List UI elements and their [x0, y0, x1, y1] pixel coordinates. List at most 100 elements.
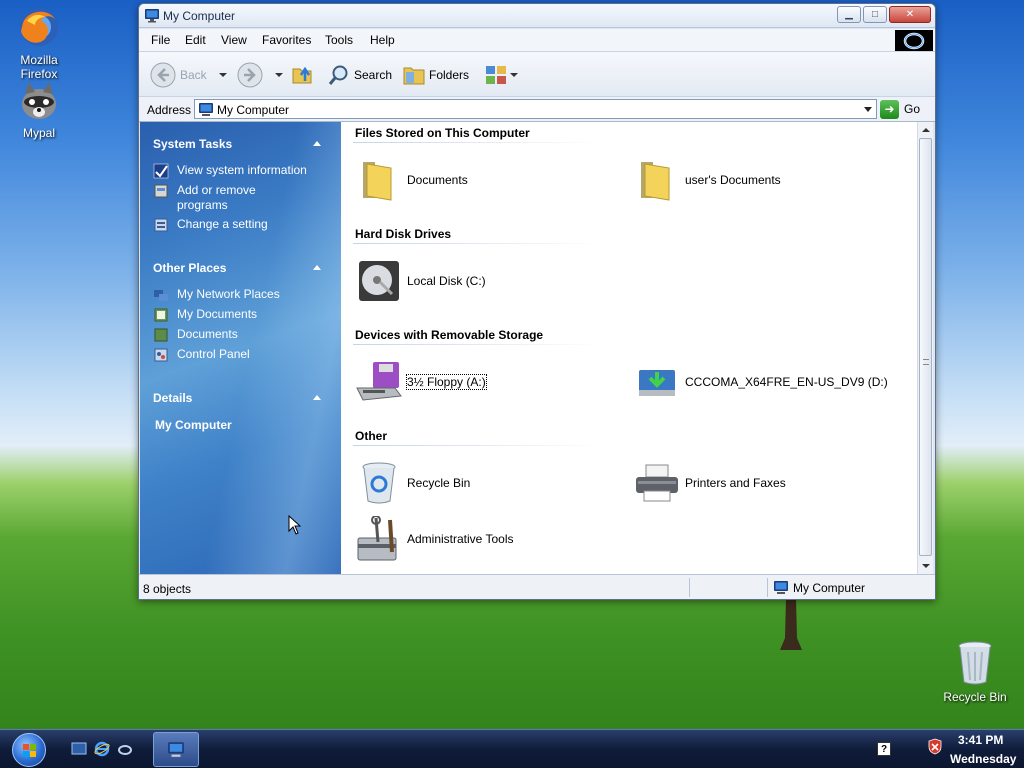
scroll-up-arrow[interactable] [922, 128, 930, 132]
search-button[interactable]: Search [328, 61, 392, 89]
taskbar-my-computer-button[interactable] [153, 732, 199, 767]
item-floppy-a[interactable]: 3½ Floppy (A:) [355, 358, 487, 406]
collapse-chevron-icon[interactable] [313, 141, 321, 146]
place-my-network-places[interactable]: My Network Places [153, 287, 280, 303]
clock-day[interactable]: Wednesday [950, 752, 1016, 766]
folders-label: Folders [429, 68, 470, 82]
internet-explorer-icon[interactable] [94, 741, 110, 757]
scroll-grip-icon [923, 359, 929, 365]
programs-icon [154, 184, 168, 198]
documents-folder-icon [154, 308, 168, 322]
forward-dropdown-arrow[interactable] [275, 73, 283, 77]
start-button[interactable] [12, 733, 46, 767]
folder-icon [641, 162, 670, 201]
place-documents[interactable]: Documents [153, 327, 238, 343]
recycle-bin-icon [958, 641, 992, 685]
task-pane: System Tasks View system information Add… [140, 122, 341, 574]
other-places-header[interactable]: Other Places [153, 261, 226, 275]
task-label: View system information [177, 163, 307, 177]
menu-file[interactable]: File [151, 33, 170, 47]
item-name: user's Documents [685, 173, 781, 187]
file-view: Files Stored on This Computer Documents … [341, 122, 917, 574]
status-divider [767, 578, 768, 597]
show-desktop-icon[interactable] [71, 741, 87, 757]
security-shield-icon[interactable] [928, 738, 942, 755]
scroll-down-arrow[interactable] [922, 564, 930, 568]
task-change-setting[interactable]: Change a setting [153, 217, 268, 233]
settings-icon [154, 218, 168, 232]
place-label: Control Panel [177, 347, 250, 361]
title-bar[interactable]: My Computer ▁ □ ✕ [139, 4, 935, 28]
my-computer-window: My Computer ▁ □ ✕ File Edit View Favorit… [138, 3, 936, 600]
desktop-icon-firefox[interactable]: Mozilla Firefox [1, 5, 77, 81]
item-printers-faxes[interactable]: Printers and Faxes [633, 459, 786, 507]
minimize-button[interactable]: ▁ [837, 6, 861, 23]
maximize-button[interactable]: □ [863, 6, 887, 23]
control-panel-icon [154, 348, 168, 362]
desktop-icon-recycle-bin[interactable]: Recycle Bin [937, 640, 1013, 704]
group-divider [353, 344, 603, 345]
collapse-chevron-icon[interactable] [313, 395, 321, 400]
go-button[interactable]: ➜ Go [880, 99, 932, 119]
item-name: Local Disk (C:) [407, 274, 486, 288]
item-documents[interactable]: Documents [355, 156, 468, 204]
back-label: Back [180, 68, 207, 82]
system-tasks-header[interactable]: System Tasks [153, 137, 232, 151]
help-tray-icon[interactable]: ? [877, 742, 891, 756]
tools-icon [357, 516, 397, 561]
status-location-label: My Computer [793, 580, 866, 595]
place-label: My Network Places [177, 287, 280, 301]
status-bar: 8 objects My Computer [139, 574, 935, 599]
back-dropdown-arrow[interactable] [219, 73, 227, 77]
views-icon [486, 66, 506, 84]
menu-edit[interactable]: Edit [185, 33, 206, 47]
desktop-label-recycle-bin: Recycle Bin [943, 690, 1007, 704]
raccoon-icon [22, 82, 56, 119]
desktop-label-firefox: Mozilla Firefox [20, 53, 58, 81]
desktop-icon-mypal[interactable]: Mypal [1, 80, 77, 140]
documents-folder-icon [154, 328, 168, 342]
menu-favorites[interactable]: Favorites [262, 33, 311, 47]
vertical-scrollbar[interactable] [917, 122, 933, 574]
folders-button[interactable]: Folders [403, 61, 469, 89]
place-my-documents[interactable]: My Documents [153, 307, 257, 323]
maximize-icon: □ [871, 9, 879, 20]
item-name: CCCOMA_X64FRE_EN-US_DV9 (D:) [685, 375, 888, 389]
firefox-icon [20, 8, 58, 46]
views-button[interactable] [485, 61, 507, 89]
views-dropdown-arrow[interactable] [510, 73, 518, 77]
group-header: Other [355, 429, 388, 443]
go-arrow-icon: ➜ [880, 99, 899, 119]
collapse-chevron-icon[interactable] [313, 265, 321, 270]
address-field[interactable]: My Computer [194, 99, 877, 119]
desktop-label-mypal: Mypal [22, 126, 55, 140]
place-label: My Documents [177, 307, 258, 321]
item-recycle-bin[interactable]: Recycle Bin [355, 459, 470, 507]
up-button[interactable] [291, 61, 315, 89]
task-view-system-info[interactable]: View system information [153, 163, 307, 179]
switch-windows-icon[interactable] [117, 741, 133, 757]
details-header[interactable]: Details [153, 391, 192, 405]
dvd-drive-icon [639, 370, 675, 396]
item-name: Administrative Tools [407, 532, 514, 546]
menu-tools[interactable]: Tools [325, 33, 353, 47]
forward-button[interactable] [237, 61, 263, 89]
recycle-bin-icon [362, 462, 396, 504]
tree-trunk [780, 598, 802, 650]
folder-up-icon [292, 66, 312, 84]
item-users-documents[interactable]: user's Documents [633, 156, 781, 204]
task-add-remove-programs[interactable]: Add or remove programs [153, 183, 283, 213]
scroll-thumb[interactable] [919, 138, 932, 556]
windows-flag-icon [23, 744, 36, 757]
place-control-panel[interactable]: Control Panel [153, 347, 250, 363]
item-administrative-tools[interactable]: Administrative Tools [355, 515, 514, 563]
back-button[interactable]: Back [150, 61, 207, 89]
clock-time[interactable]: 3:41 PM [958, 733, 1003, 747]
address-dropdown-arrow[interactable] [864, 107, 872, 112]
menu-view[interactable]: View [221, 33, 247, 47]
menu-help[interactable]: Help [370, 33, 395, 47]
close-button[interactable]: ✕ [889, 6, 931, 23]
item-local-disk-c[interactable]: Local Disk (C:) [355, 257, 486, 305]
item-dvd-d[interactable]: CCCOMA_X64FRE_EN-US_DV9 (D:) [633, 358, 888, 406]
printer-icon [636, 464, 678, 502]
